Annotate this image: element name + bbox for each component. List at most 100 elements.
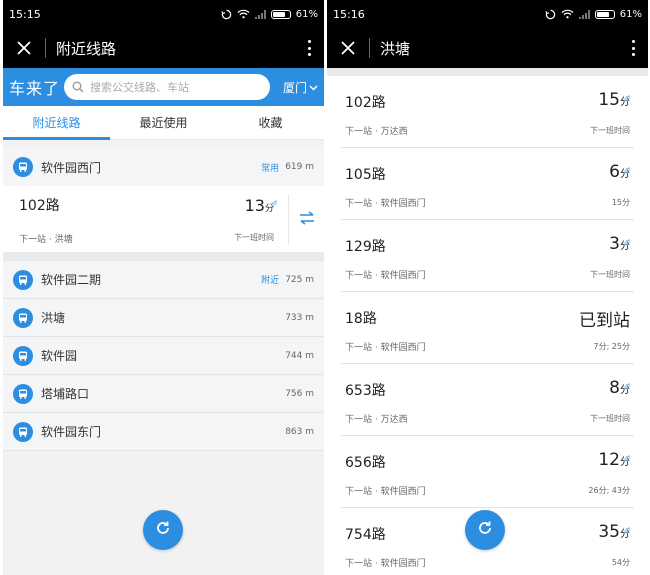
line-next-stop: 下一站 · 软件园西门 (345, 559, 426, 569)
more-options-icon[interactable] (628, 38, 638, 58)
cellular-signal-icon (578, 9, 590, 19)
bus-stop-icon (13, 345, 33, 366)
line-next-stop: 下一站 · 软件园西门 (345, 271, 426, 281)
bus-stop-icon (13, 157, 33, 177)
live-signal-icon (624, 87, 631, 106)
page-title: 附近线路 (56, 39, 117, 58)
route-next-stop: 下一站 · 洪塘 (19, 235, 73, 245)
stop-tag: 常用 (261, 163, 280, 174)
stop-header[interactable]: 软件园二期 附近 725 m (3, 261, 324, 299)
tab-recent[interactable]: 最近使用 (110, 106, 217, 139)
city-name: 厦门 (282, 80, 307, 95)
tab-nearby-lines[interactable]: 附近线路 (3, 106, 110, 140)
line-name: 105路 (345, 167, 386, 183)
stop-name: 软件园 (41, 349, 78, 363)
stop-header[interactable]: 软件园 744 m (3, 337, 324, 375)
swap-direction-icon (299, 210, 315, 229)
line-next-stop: 下一站 · 万达西 (345, 127, 408, 137)
bus-stop-icon (13, 269, 33, 290)
section-gap (327, 68, 648, 76)
stop-header[interactable]: 软件园东门 863 m (3, 413, 324, 451)
stop-name: 软件园西门 (41, 160, 102, 175)
bus-line-row[interactable]: 105路 下一站 · 软件园西门 6分 15分 (341, 148, 634, 220)
line-next-stop: 下一站 · 万达西 (345, 415, 408, 425)
stop-name: 软件园二期 (41, 273, 102, 287)
city-selector[interactable]: 厦门 (276, 79, 318, 96)
tab-favorites[interactable]: 收藏 (217, 106, 324, 139)
nearby-lines-screen: 15:15 61% 附近线路 车来了 搜索公交线路、车站 厦门 附近线路 最近使… (3, 0, 324, 575)
stop-tag: 附近 (261, 276, 280, 286)
stop-header-expanded[interactable]: 软件园西门 常用 619 m (3, 148, 324, 186)
stop-name: 软件园东门 (41, 425, 102, 439)
line-eta-label: 54分 (611, 558, 630, 567)
route-card[interactable]: 102路 下一站 · 洪塘 13分 下一班时间 (3, 186, 324, 252)
close-icon[interactable] (337, 37, 359, 59)
line-name: 754路 (345, 527, 386, 543)
line-name: 102路 (345, 95, 386, 111)
live-signal-icon (624, 375, 631, 394)
stop-name: 塔埔路口 (41, 387, 90, 401)
tab-bar: 附近线路 最近使用 收藏 (3, 106, 324, 140)
line-eta-label: 下一班时间 (590, 414, 630, 423)
battery-level: 61% (295, 8, 318, 20)
line-name: 18路 (345, 311, 377, 327)
battery-icon (594, 9, 615, 19)
stop-header[interactable]: 洪塘 733 m (3, 299, 324, 337)
more-options-icon[interactable] (304, 38, 314, 58)
refresh-icon (155, 520, 171, 540)
cellular-signal-icon (254, 9, 266, 19)
route-eta-label: 下一班时间 (234, 233, 274, 242)
stop-distance: 756 m (285, 388, 314, 399)
bus-line-row[interactable]: 129路 下一站 · 软件园西门 3分 下一班时间 (341, 220, 634, 292)
stop-header[interactable]: 塔埔路口 756 m (3, 375, 324, 413)
line-eta-label: 下一班时间 (590, 270, 630, 279)
section-gap (3, 252, 324, 261)
title-bar: 附近线路 (3, 28, 324, 68)
line-eta-label: 下一班时间 (590, 126, 630, 135)
stop-name: 洪塘 (41, 311, 66, 325)
bus-line-row[interactable]: 18路 下一站 · 软件园西门 已到站 7分; 25分 (341, 292, 634, 364)
search-box[interactable] (64, 74, 270, 100)
stop-detail-screen: 15:16 61% 洪塘 102路 下一站 · 万达西 15分 下一班时间 105路 下一… (327, 0, 648, 575)
swap-direction-button[interactable] (288, 194, 324, 244)
line-eta-label: 26分; 43分 (588, 486, 630, 495)
stop-distance: 744 m (285, 350, 314, 361)
line-eta-label: 15分 (611, 198, 630, 207)
live-signal-icon (624, 159, 631, 178)
live-signal-icon (624, 447, 631, 466)
refresh-button[interactable] (143, 510, 183, 550)
status-time: 15:16 (333, 7, 365, 21)
chevron-down-icon (309, 80, 318, 94)
title-divider (369, 38, 370, 58)
line-eta: 已到站 (579, 311, 630, 331)
live-signal-icon (624, 519, 631, 538)
live-signal-icon (624, 231, 631, 250)
bus-line-row[interactable]: 102路 下一站 · 万达西 15分 下一班时间 (341, 76, 634, 148)
battery-icon (270, 9, 291, 19)
close-icon[interactable] (13, 37, 35, 59)
status-time: 15:15 (9, 7, 41, 21)
status-bar: 15:16 61% (327, 0, 648, 28)
bus-line-row[interactable]: 653路 下一站 · 万达西 8分 下一班时间 (341, 364, 634, 436)
bus-stop-icon (13, 421, 33, 442)
refresh-button[interactable] (465, 510, 505, 550)
stop-distance: 725 m (285, 274, 314, 285)
route-name: 102路 (19, 198, 60, 214)
search-input[interactable] (90, 80, 241, 94)
wifi-icon (561, 9, 574, 19)
stop-distance: 619 m (285, 162, 314, 172)
stop-distance: 733 m (285, 312, 314, 323)
title-bar: 洪塘 (327, 28, 648, 68)
line-name: 129路 (345, 239, 386, 255)
refresh-icon (477, 520, 493, 540)
stop-distance: 863 m (285, 426, 314, 437)
sync-icon (545, 9, 556, 20)
status-bar: 15:15 61% (3, 0, 324, 28)
bus-stop-icon (13, 383, 33, 404)
bus-stop-icon (13, 307, 33, 328)
line-name: 656路 (345, 455, 386, 471)
wifi-icon (237, 9, 250, 19)
title-divider (45, 38, 46, 58)
bus-line-row[interactable]: 656路 下一站 · 软件园西门 12分 26分; 43分 (341, 436, 634, 508)
bus-line-list: 102路 下一站 · 万达西 15分 下一班时间 105路 下一站 · 软件园西门 6分 15… (327, 76, 648, 575)
